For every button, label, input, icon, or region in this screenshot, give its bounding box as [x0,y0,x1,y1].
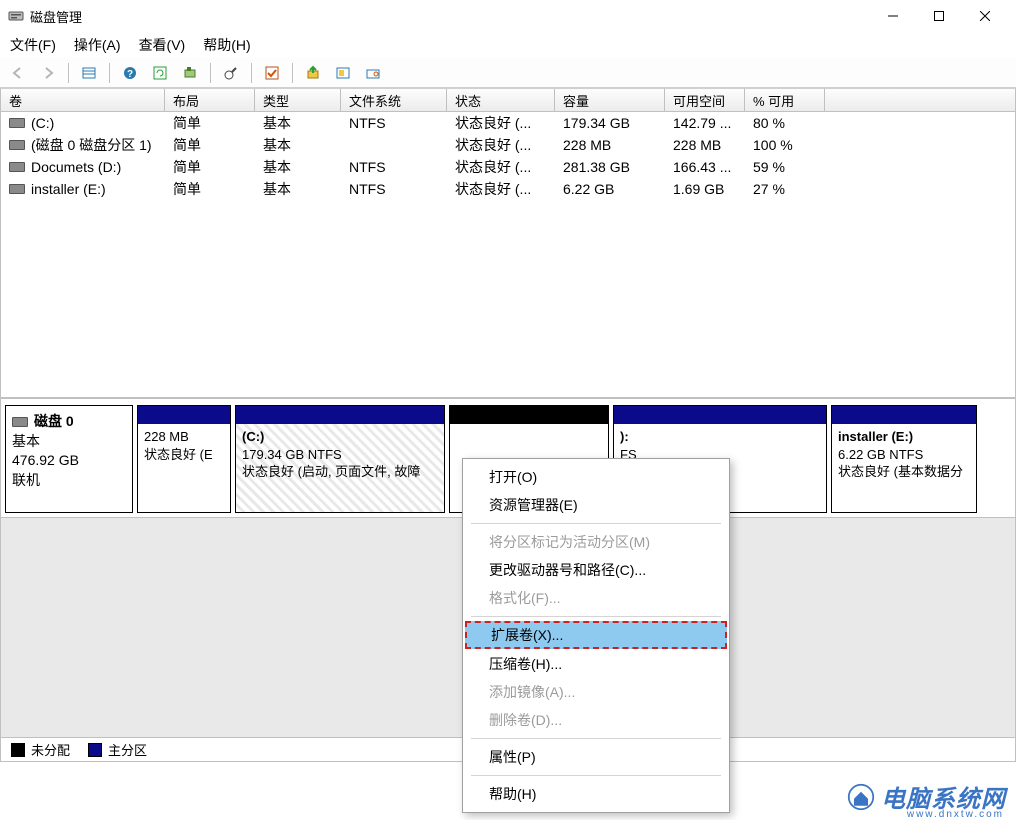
window-title: 磁盘管理 [30,7,870,26]
action2-button[interactable] [331,61,355,85]
partition[interactable]: installer (E:)6.22 GB NTFS状态良好 (基本数据分 [831,405,977,513]
menu-bar: 文件(F) 操作(A) 查看(V) 帮助(H) [0,32,1016,58]
legend-primary: 主分区 [88,740,147,759]
check-button[interactable] [260,61,284,85]
menu-view[interactable]: 查看(V) [139,35,186,55]
ctx-add-mirror[interactable]: 添加镜像(A)... [463,678,729,706]
disk-type: 基本 [12,432,126,452]
ctx-mark-active[interactable]: 将分区标记为活动分区(M) [463,528,729,556]
menu-action[interactable]: 操作(A) [74,35,121,55]
forward-button[interactable] [36,61,60,85]
back-button[interactable] [6,61,30,85]
volume-list-header: 卷 布局 类型 文件系统 状态 容量 可用空间 % 可用 [0,88,1016,112]
title-bar: 磁盘管理 [0,0,1016,32]
disk-size: 476.92 GB [12,451,126,471]
menu-file[interactable]: 文件(F) [10,35,56,55]
menu-help[interactable]: 帮助(H) [203,35,250,55]
col-layout[interactable]: 布局 [165,89,255,111]
watermark-url: www.dnxtw.com [907,809,1004,820]
context-menu: 打开(O) 资源管理器(E) 将分区标记为活动分区(M) 更改驱动器号和路径(C… [462,458,730,813]
col-status[interactable]: 状态 [447,89,555,111]
app-icon [8,8,24,24]
ctx-help[interactable]: 帮助(H) [463,780,729,808]
window-controls [870,0,1008,32]
close-button[interactable] [962,0,1008,32]
help-button[interactable]: ? [118,61,142,85]
table-row[interactable]: (磁盘 0 磁盘分区 1)简单基本状态良好 (...228 MB228 MB10… [1,134,1015,156]
watermark-logo-icon [847,783,875,811]
ctx-properties[interactable]: 属性(P) [463,743,729,771]
action1-button[interactable] [301,61,325,85]
disk-status: 联机 [12,471,126,491]
ctx-delete-volume[interactable]: 删除卷(D)... [463,706,729,734]
view-list-button[interactable] [77,61,101,85]
toolbar: ? [0,58,1016,88]
table-row[interactable]: (C:)简单基本NTFS状态良好 (...179.34 GB142.79 ...… [1,112,1015,134]
disk-info[interactable]: 磁盘 0 基本 476.92 GB 联机 [5,405,133,513]
minimize-button[interactable] [870,0,916,32]
partition[interactable]: 228 MB状态良好 (E [137,405,231,513]
table-row[interactable]: installer (E:)简单基本NTFS状态良好 (...6.22 GB1.… [1,178,1015,200]
maximize-button[interactable] [916,0,962,32]
volume-icon [9,184,25,194]
refresh-button[interactable] [148,61,172,85]
detach-button[interactable] [219,61,243,85]
volume-icon [9,140,25,150]
svg-text:?: ? [127,69,133,80]
ctx-shrink-volume[interactable]: 压缩卷(H)... [463,650,729,678]
col-volume[interactable]: 卷 [1,89,165,111]
disk-icon [12,417,28,427]
action3-button[interactable] [361,61,385,85]
volume-icon [9,118,25,128]
table-row[interactable]: Documets (D:)简单基本NTFS状态良好 (...281.38 GB1… [1,156,1015,178]
ctx-format[interactable]: 格式化(F)... [463,584,729,612]
col-type[interactable]: 类型 [255,89,341,111]
ctx-extend-volume[interactable]: 扩展卷(X)... [465,621,727,649]
watermark: 电脑系统网 www.dnxtw.com [847,779,1006,814]
col-percent[interactable]: % 可用 [745,89,825,111]
legend-unallocated: 未分配 [11,740,70,759]
volume-icon [9,162,25,172]
col-capacity[interactable]: 容量 [555,89,665,111]
ctx-open[interactable]: 打开(O) [463,463,729,491]
disk-title: 磁盘 0 [34,412,74,432]
col-free[interactable]: 可用空间 [665,89,745,111]
rescan-button[interactable] [178,61,202,85]
partition[interactable]: (C:)179.34 GB NTFS状态良好 (启动, 页面文件, 故障 [235,405,445,513]
ctx-change-letter[interactable]: 更改驱动器号和路径(C)... [463,556,729,584]
ctx-explorer[interactable]: 资源管理器(E) [463,491,729,519]
col-filesystem[interactable]: 文件系统 [341,89,447,111]
volume-list[interactable]: (C:)简单基本NTFS状态良好 (...179.34 GB142.79 ...… [0,112,1016,398]
